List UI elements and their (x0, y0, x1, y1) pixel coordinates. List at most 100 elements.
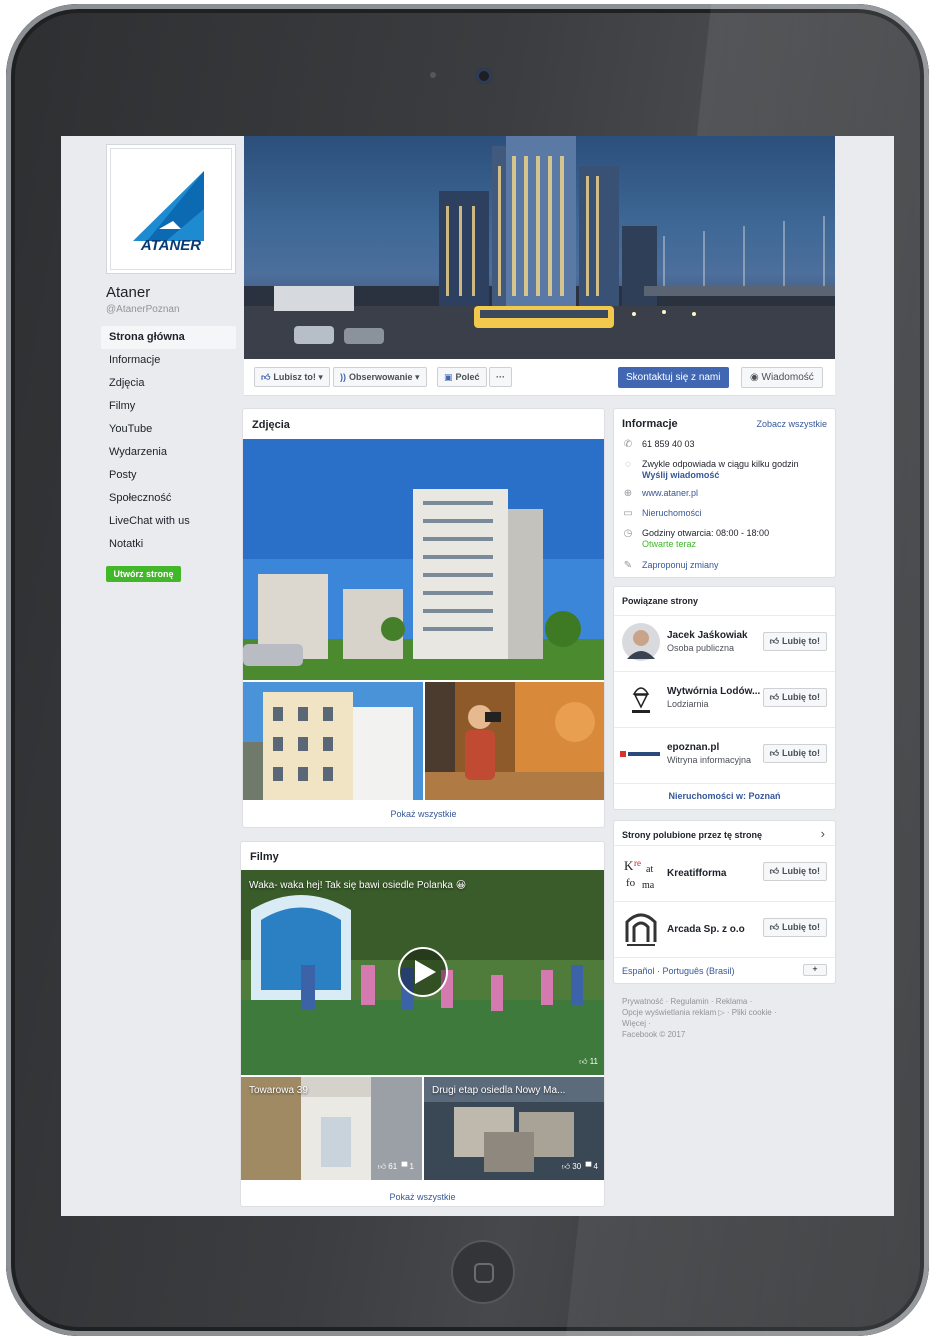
create-page-button[interactable]: Utwórz stronę (106, 566, 181, 582)
like-liked-page-button[interactable]: 👍︎ Lubię to! (762, 918, 827, 937)
svg-text:re: re (634, 858, 641, 868)
photo-townhouse[interactable] (243, 682, 423, 800)
footer-line-3[interactable]: Więcej · (622, 1018, 832, 1029)
thumbs-up-icon: 👍︎ (377, 1162, 389, 1171)
page-handle[interactable]: @AtanerPoznan (106, 304, 180, 315)
related-item-category[interactable]: Lodziarnia (667, 699, 709, 709)
info-website-row[interactable]: ⊕ www.ataner.pl (622, 488, 829, 499)
photo-main[interactable] (243, 439, 604, 680)
ataner-logo-icon: ATANER (133, 171, 204, 254)
video-thumb-2-likes: 30 (572, 1162, 582, 1171)
info-phone-row[interactable]: ✆ 61 859 40 03 (622, 439, 829, 450)
chevron-right-icon[interactable]: › (821, 826, 825, 841)
thumbs-up-icon: 👍︎ (579, 1057, 590, 1066)
svg-text:ma: ma (642, 880, 655, 891)
related-item[interactable]: Jacek Jaśkowiak Osoba publiczna 👍︎ Lubię … (614, 615, 835, 671)
home-button[interactable] (451, 1240, 515, 1304)
like-related-button[interactable]: 👍︎ Lubię to! (762, 632, 827, 651)
see-all-info-link[interactable]: Zobacz wszystkie (756, 419, 827, 429)
videos-show-all-link[interactable]: Pokaż wszystkie (241, 1192, 604, 1202)
like-liked-page-button[interactable]: 👍︎ Lubię to! (762, 862, 827, 881)
epoznan-logo-icon (620, 751, 660, 757)
info-website: www.ataner.pl (642, 488, 699, 498)
like-label: Lubię to! (782, 922, 820, 932)
liked-pages-card: Strony polubione przez tę stronę › K re … (613, 820, 836, 984)
videos-card: Filmy Waka- waka hej! Tak się bawi osied… (240, 841, 605, 1207)
photo-photographer-image (425, 682, 604, 800)
thumbs-up-icon: 👍︎ (769, 692, 779, 702)
related-item-name[interactable]: Jacek Jaśkowiak (667, 630, 748, 641)
related-item-name[interactable]: Wytwórnia Lodów... (667, 686, 760, 697)
liked-pages-title[interactable]: Strony polubione przez tę stronę (622, 830, 762, 840)
photos-card: Zdjęcia Pokaż wszystkie (242, 408, 605, 828)
profile-picture[interactable]: ATANER (106, 144, 236, 274)
sidebar-item-photos[interactable]: Zdjęcia (101, 372, 236, 395)
page-name[interactable]: Ataner (106, 284, 150, 301)
video-thumb-2[interactable]: Drugi etap osiedla Nowy Ma... 👍︎ 30 ▀ 4 (424, 1077, 604, 1180)
sidebar-item-livechat[interactable]: LiveChat with us (101, 510, 236, 533)
like-page-button[interactable]: 👍︎ Lubisz to! ▾ (254, 367, 330, 387)
related-item[interactable]: Wytwórnia Lodów... Lodziarnia 👍︎ Lubię to… (614, 671, 835, 727)
comment-icon: ▀ (585, 1162, 594, 1171)
thumbs-up-icon: 👍︎ (769, 636, 779, 646)
related-item-category: Witryna informacyjna (667, 755, 752, 765)
related-item[interactable]: epoznan.pl Witryna informacyjna 👍︎ Lubię … (614, 727, 835, 783)
send-message-link[interactable]: Wyślij wiadomość (642, 470, 829, 481)
like-related-button[interactable]: 👍︎ Lubię to! (762, 688, 827, 707)
sidebar-item-events[interactable]: Wydarzenia (101, 441, 236, 464)
sidebar-item-notes[interactable]: Notatki (101, 533, 236, 556)
info-suggest-row[interactable]: ✎ Zaproponuj zmiany (622, 560, 829, 571)
videos-card-title[interactable]: Filmy (250, 851, 279, 863)
like-label: Lubię to! (782, 748, 820, 758)
message-label: Wiadomość (761, 372, 814, 383)
cover-photo-image (244, 136, 835, 359)
like-related-button[interactable]: 👍︎ Lubię to! (762, 744, 827, 763)
footer-copyright: Facebook © 2017 (622, 1030, 686, 1039)
footer-line-2[interactable]: Opcje wyświetlania reklam ▷ · Pliki cook… (622, 1007, 832, 1018)
avatar (622, 623, 660, 661)
globe-icon: ⊕ (623, 488, 633, 499)
info-category-row[interactable]: ▭ Nieruchomości (622, 508, 829, 519)
messenger-icon: ◌ (625, 459, 631, 470)
arcada-logo-icon (625, 913, 657, 946)
video-main-likes: 👍︎ 11 (579, 1057, 598, 1067)
sidebar-item-posts[interactable]: Posty (101, 464, 236, 487)
video-main[interactable]: Waka- waka hej! Tak się bawi osiedle Pol… (241, 870, 604, 1075)
cover-photo[interactable] (244, 136, 835, 359)
liked-item[interactable]: Arcada Sp. z o.o 👍︎ Lubię to! (614, 901, 835, 957)
related-location-link[interactable]: Nieruchomości w: Poznań (614, 783, 835, 809)
page-action-bar: 👍︎ Lubisz to! ▾ )) Obserwowanie ▾ ▣ Poleć ·… (244, 359, 835, 396)
more-options-button[interactable]: ··· (489, 367, 512, 387)
thumbs-up-icon: 👍︎ (769, 922, 779, 932)
ataner-logo: ATANER (110, 148, 232, 270)
messenger-icon: ◉ (750, 372, 762, 383)
contact-us-button[interactable]: Skontaktuj się z nami (618, 367, 729, 388)
video-main-title: Waka- waka hej! Tak się bawi osiedle Pol… (249, 880, 467, 891)
sidebar-item-youtube[interactable]: YouTube (101, 418, 236, 441)
language-links[interactable]: Español · Português (Brasil) (622, 966, 735, 976)
sidebar-item-community[interactable]: Społeczność (101, 487, 236, 510)
sidebar-item-home[interactable]: Strona główna (101, 326, 236, 349)
photos-card-title[interactable]: Zdjęcia (252, 419, 290, 431)
message-button[interactable]: ◉ Wiadomość (741, 367, 823, 388)
share-button[interactable]: ▣ Poleć (437, 367, 487, 387)
share-label: Poleć (455, 372, 480, 382)
comment-icon: ▀ (401, 1162, 410, 1171)
photos-show-all-link[interactable]: Pokaż wszystkie (243, 809, 604, 819)
follow-button[interactable]: )) Obserwowanie ▾ (333, 367, 427, 387)
related-item-name[interactable]: epoznan.pl (667, 742, 719, 753)
video-thumb-1-title: Towarowa 39 (249, 1085, 308, 1096)
footer-line-1[interactable]: Prywatność · Regulamin · Reklama · (622, 996, 832, 1007)
svg-text:fo: fo (626, 877, 636, 889)
add-language-button[interactable]: + (803, 964, 827, 976)
language-row: Español · Português (Brasil) + (614, 957, 835, 983)
sidebar-item-videos[interactable]: Filmy (101, 395, 236, 418)
photo-photographer[interactable] (425, 682, 604, 800)
sidebar-item-info[interactable]: Informacje (101, 349, 236, 372)
video-thumb-1[interactable]: Towarowa 39 👍︎ 61 ▀ 1 (241, 1077, 422, 1180)
liked-item[interactable]: K re at fo ma Kreatifforma 👍︎ Lubię to! (614, 845, 835, 901)
info-card-title[interactable]: Informacje (622, 418, 678, 430)
phone-icon: ✆ (623, 439, 633, 450)
liked-item-name[interactable]: Arcada Sp. z o.o (667, 924, 745, 935)
liked-item-name[interactable]: Kreatifforma (667, 868, 726, 879)
